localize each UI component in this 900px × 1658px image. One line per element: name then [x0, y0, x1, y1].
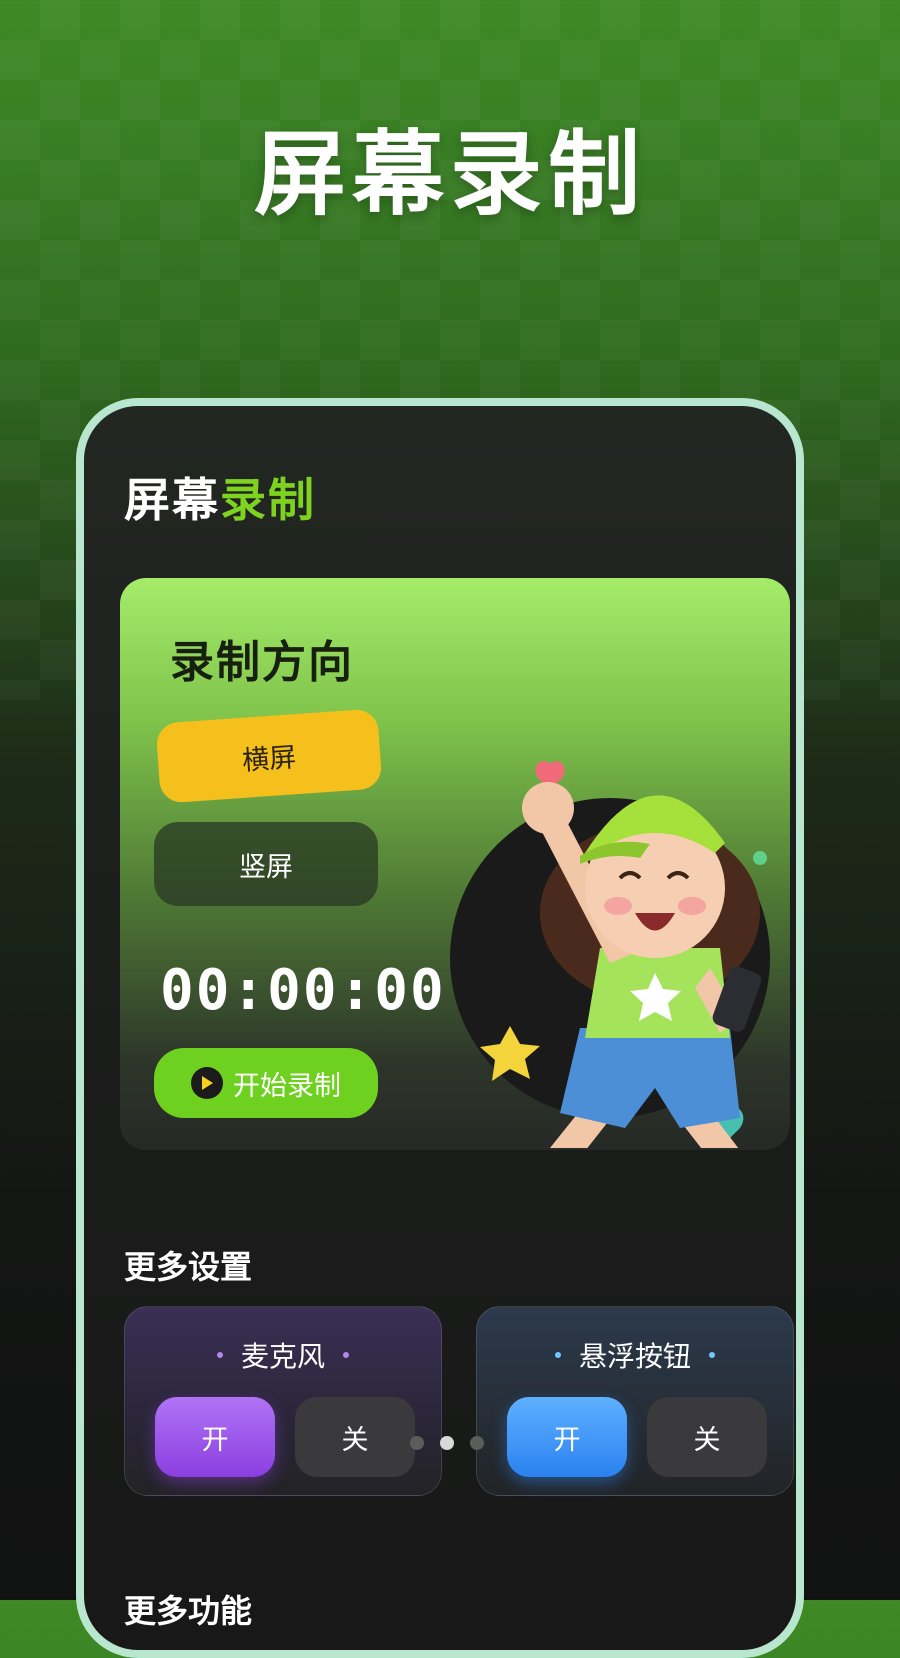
page-dot[interactable] [410, 1436, 424, 1450]
start-recording-button[interactable]: 开始录制 [154, 1048, 378, 1118]
dot-decoration [709, 1352, 715, 1358]
page-indicator [410, 1436, 484, 1450]
page-dot[interactable] [470, 1436, 484, 1450]
floating-button-label-text: 悬浮按钮 [578, 1340, 691, 1373]
microphone-label: 麦克风 [125, 1335, 441, 1375]
app-title-part-green: 录制 [220, 473, 316, 527]
floating-button-off-button[interactable]: 关 [647, 1397, 767, 1477]
promo-title: 屏幕录制 [253, 121, 646, 228]
more-functions-heading: 更多功能 [124, 1592, 253, 1630]
floating-button-card: 悬浮按钮 开 关 [476, 1306, 794, 1496]
dot-decoration [554, 1352, 561, 1358]
microphone-card: 麦克风 开 关 [124, 1306, 442, 1496]
recording-direction-heading: 录制方向 [170, 637, 354, 688]
girl-illustration [450, 761, 770, 1148]
app-title: 屏幕录制 [124, 464, 316, 530]
floating-button-label: 悬浮按钮 [477, 1335, 793, 1375]
phone-frame: 屏幕录制 录制方向 横屏 竖屏 00:00:00 开始录制 更多设置 麦克风 开… [76, 398, 804, 1658]
play-icon [191, 1067, 223, 1099]
microphone-off-button[interactable]: 关 [295, 1397, 415, 1477]
microphone-label-text: 麦克风 [240, 1340, 325, 1373]
floating-button-on-button[interactable]: 开 [507, 1397, 627, 1477]
page-dot-active[interactable] [440, 1436, 454, 1450]
dot-decoration [753, 851, 767, 865]
recording-timer: 00:00:00 [160, 958, 446, 1023]
microphone-on-button[interactable]: 开 [155, 1397, 275, 1477]
dot-decoration [343, 1352, 349, 1358]
recording-card: 录制方向 横屏 竖屏 00:00:00 开始录制 [120, 578, 790, 1150]
start-recording-label: 开始录制 [233, 1070, 341, 1102]
app-title-part-white: 屏幕 [124, 473, 220, 527]
dot-decoration [216, 1352, 223, 1358]
landscape-button[interactable]: 横屏 [155, 708, 383, 804]
more-settings-heading: 更多设置 [124, 1248, 253, 1286]
portrait-button[interactable]: 竖屏 [154, 822, 378, 906]
